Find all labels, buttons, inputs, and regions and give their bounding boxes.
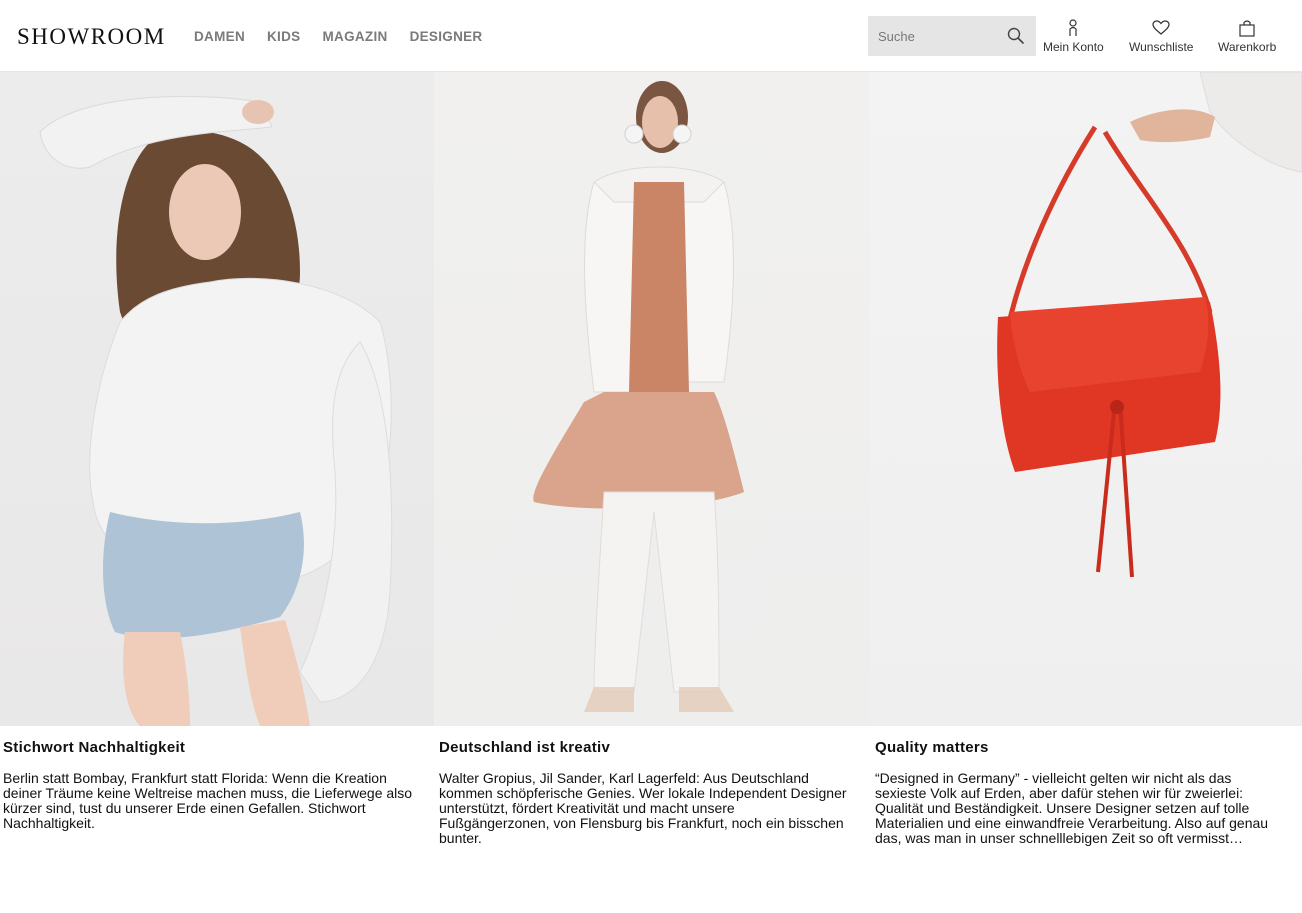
search-input[interactable] <box>868 16 998 56</box>
cart-label: Warenkorb <box>1218 40 1277 54</box>
account-label: Mein Konto <box>1043 40 1104 54</box>
model-sweater-illustration <box>39 95 393 726</box>
showroom-logo[interactable]: SHOWROOM <box>17 24 166 50</box>
teaser-title[interactable]: Stichwort Nachhaltigkeit <box>3 739 413 756</box>
model-jacket-illustration <box>533 81 744 712</box>
site-header: SHOWROOM DAMEN KIDS MAGAZIN DESIGNER Mei… <box>0 0 1302 72</box>
wishlist-label: Wunschliste <box>1129 40 1194 54</box>
heart-icon <box>1151 18 1171 38</box>
search-icon[interactable] <box>1006 26 1026 46</box>
teaser-image-sustainability[interactable] <box>0 72 434 726</box>
shopping-bag-icon <box>1237 18 1257 38</box>
account-link[interactable]: Mein Konto <box>1043 18 1104 54</box>
nav-item-magazin[interactable]: MAGAZIN <box>322 29 387 44</box>
nav-item-damen[interactable]: DAMEN <box>194 29 245 44</box>
nav-item-designer[interactable]: DESIGNER <box>410 29 483 44</box>
red-bag-illustration <box>997 72 1302 578</box>
teaser-card-sustainability: Stichwort Nachhaltigkeit Berlin statt Bo… <box>3 739 413 831</box>
wishlist-link[interactable]: Wunschliste <box>1129 18 1193 54</box>
teaser-text: Walter Gropius, Jil Sander, Karl Lagerfe… <box>439 770 847 846</box>
teaser-title[interactable]: Quality matters <box>875 739 1285 756</box>
person-icon <box>1063 18 1083 38</box>
teaser-text: Berlin statt Bombay, Frankfurt statt Flo… <box>3 770 413 831</box>
teaser-card-quality: Quality matters “Designed in Germany” - … <box>875 739 1285 846</box>
teaser-title[interactable]: Deutschland ist kreativ <box>439 739 849 756</box>
teaser-image-creative[interactable] <box>434 72 870 726</box>
search-box <box>868 16 1036 56</box>
teaser-card-creative: Deutschland ist kreativ Walter Gropius, … <box>439 739 849 846</box>
nav-item-kids[interactable]: KIDS <box>267 29 300 44</box>
main-nav: DAMEN KIDS MAGAZIN DESIGNER <box>194 29 504 44</box>
cart-link[interactable]: Warenkorb <box>1218 18 1276 54</box>
teaser-image-quality[interactable] <box>870 72 1302 726</box>
teaser-text: “Designed in Germany” - vielleicht gelte… <box>875 770 1269 846</box>
